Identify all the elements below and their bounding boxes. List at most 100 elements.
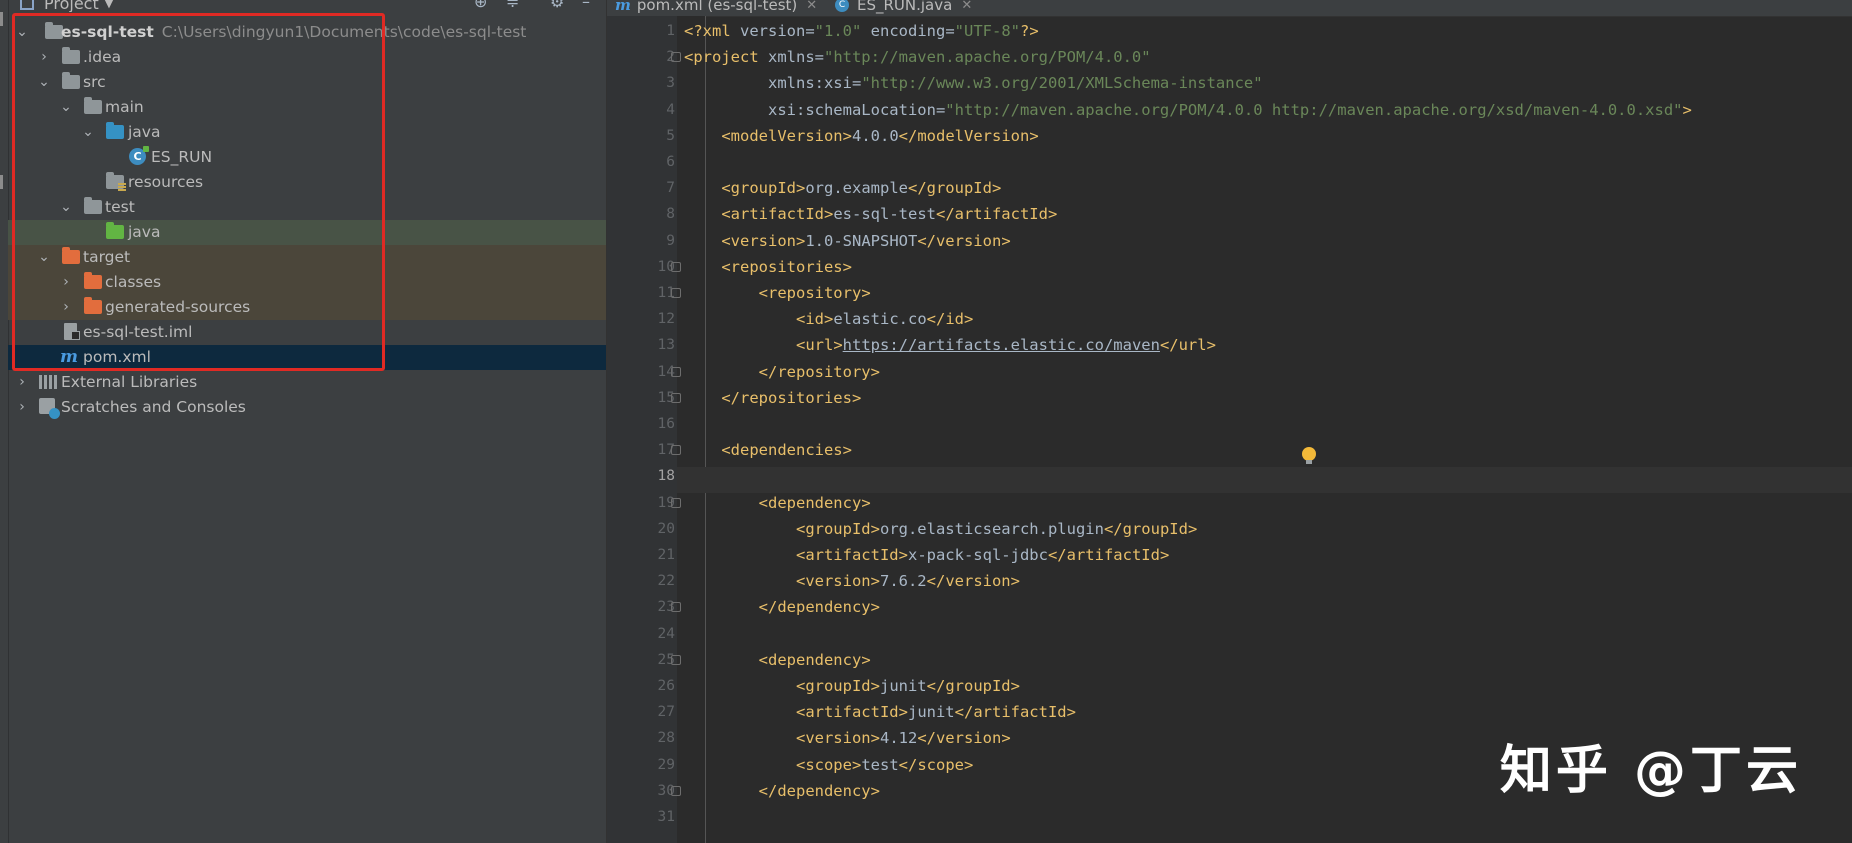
code-line[interactable]: <groupId>org.example</groupId> [684, 175, 1001, 201]
tree-item-label: ES_RUN [151, 148, 213, 166]
line-number: 27 [657, 704, 675, 721]
source-folder-icon [106, 122, 124, 139]
fold-marker-icon[interactable] [671, 288, 681, 298]
maven-icon: m [60, 347, 78, 367]
tree-item-main-java[interactable]: ⌄ java [8, 120, 606, 145]
tree-item-label: target [83, 248, 131, 266]
editor-tab-bar: m pom.xml (es-sql-test) ✕ C ES_RUN.java … [607, 0, 1852, 17]
collapse-all-icon[interactable]: ≑ [506, 0, 519, 11]
locate-icon[interactable]: ⊕ [474, 0, 487, 11]
lightbulb-icon[interactable] [1302, 447, 1316, 464]
code-line[interactable]: xsi:schemaLocation="http://maven.apache.… [684, 97, 1692, 123]
line-number: 26 [657, 678, 675, 694]
chevron-down-icon[interactable]: ⌄ [36, 70, 52, 95]
fold-marker-icon[interactable] [671, 445, 681, 456]
strip-mark [0, 12, 3, 26]
code-line[interactable]: <dependency> [684, 490, 871, 516]
chevron-right-icon[interactable]: › [14, 370, 30, 395]
code-line[interactable]: <id>elastic.co</id> [684, 306, 973, 332]
line-number: 11 [657, 285, 675, 301]
minimize-icon[interactable]: – [582, 0, 590, 11]
line-number: 10 [657, 258, 675, 275]
code-line[interactable]: <modelVersion>4.0.0</modelVersion> [684, 123, 1038, 149]
tree-item-external-libraries[interactable]: › External Libraries [8, 370, 606, 395]
iml-file-icon [64, 323, 80, 340]
chevron-down-icon[interactable]: ⌄ [36, 245, 52, 270]
fold-marker-icon[interactable] [671, 785, 681, 796]
fold-marker-icon[interactable] [671, 497, 681, 508]
code-line[interactable]: <repositories> [684, 254, 852, 280]
line-number: 3 [666, 75, 675, 92]
project-panel-title: Project [44, 0, 99, 12]
tab-pom-xml[interactable]: m pom.xml (es-sql-test) ✕ [615, 0, 817, 16]
code-line[interactable]: <version>7.6.2</version> [684, 568, 1020, 594]
tree-item-es-run[interactable]: C ES_RUN [8, 145, 606, 170]
line-number: 18 [657, 468, 675, 485]
code-line[interactable]: <project xmlns="http://maven.apache.org/… [684, 44, 1151, 70]
code-line[interactable]: </repository> [684, 359, 880, 385]
tree-item-classes[interactable]: › classes [8, 270, 606, 295]
project-view-selector[interactable]: Project ▼ [20, 0, 113, 12]
fold-marker-icon[interactable] [671, 392, 681, 403]
line-number: 8 [666, 206, 675, 223]
tree-item-pom[interactable]: m pom.xml [8, 345, 606, 370]
chevron-right-icon[interactable]: › [14, 395, 30, 420]
code-line[interactable]: </dependency> [684, 778, 880, 804]
code-line[interactable]: <artifactId>es-sql-test</artifactId> [684, 201, 1057, 227]
fold-marker-icon[interactable] [671, 602, 681, 613]
fold-marker-icon[interactable] [671, 654, 681, 665]
code-line[interactable]: <dependencies> [684, 437, 852, 463]
gear-icon[interactable]: ⚙ [550, 0, 564, 11]
chevron-right-icon[interactable]: › [36, 45, 52, 70]
code-line[interactable]: <groupId>org.elasticsearch.plugin</group… [684, 516, 1197, 542]
module-name: es-sql-test [61, 23, 154, 41]
tab-es-run-java[interactable]: C ES_RUN.java ✕ [835, 0, 972, 16]
tree-item-label: java [128, 123, 161, 141]
watermark: 知乎 @丁云 [1499, 741, 1802, 801]
code-line[interactable]: </repositories> [684, 385, 861, 411]
code-line[interactable]: <url>https://artifacts.elastic.co/maven<… [684, 332, 1216, 358]
chevron-down-icon[interactable]: ⌄ [14, 20, 30, 45]
tree-item-main[interactable]: ⌄ main [8, 95, 606, 120]
code-line[interactable]: <groupId>junit</groupId> [684, 673, 1020, 699]
tree-item-test-java[interactable]: java [8, 220, 606, 245]
tree-item-src[interactable]: ⌄ src [8, 70, 606, 95]
code-line[interactable]: xmlns:xsi="http://www.w3.org/2001/XMLSch… [684, 70, 1263, 96]
tree-item-resources[interactable]: resources [8, 170, 606, 195]
code-line[interactable]: <?xml version="1.0" encoding="UTF-8"?> [684, 18, 1039, 44]
chevron-down-icon[interactable]: ⌄ [58, 95, 74, 120]
close-icon[interactable]: ✕ [806, 0, 817, 13]
tree-item-idea[interactable]: › .idea [8, 45, 606, 70]
excluded-folder-icon [84, 297, 102, 314]
tree-item-module[interactable]: ⌄ es-sql-test C:\Users\dingyun1\Documents… [8, 20, 606, 45]
chevron-down-icon[interactable]: ⌄ [80, 120, 96, 145]
excluded-folder-icon [84, 272, 102, 289]
tree-item-iml[interactable]: es-sql-test.iml [8, 320, 606, 345]
code-line[interactable]: <repository> [684, 280, 871, 306]
tree-item-test[interactable]: ⌄ test [8, 195, 606, 220]
ide-window: Project ▼ ⊕ ≑ ⚙ – ⌄ es-sql-test C:\Users\… [0, 0, 1852, 843]
module-path: C:\Users\dingyun1\Documents\code\es-sql-… [161, 23, 527, 41]
tree-item-label: main [105, 98, 144, 116]
code-line[interactable]: <dependency> [684, 647, 871, 673]
code-line[interactable]: <scope>test</scope> [684, 752, 973, 778]
fold-marker-icon[interactable] [671, 261, 681, 272]
java-class-icon: C [835, 0, 849, 12]
chevron-right-icon[interactable]: › [58, 270, 74, 295]
close-icon[interactable]: ✕ [961, 0, 972, 13]
fold-marker-icon[interactable] [671, 52, 681, 63]
fold-marker-icon[interactable] [671, 366, 681, 377]
code-line[interactable]: <artifactId>x-pack-sql-jdbc</artifactId> [684, 542, 1169, 568]
code-line[interactable]: <artifactId>junit</artifactId> [684, 699, 1076, 725]
chevron-right-icon[interactable]: › [58, 295, 74, 320]
code-line[interactable]: <version>1.0-SNAPSHOT</version> [684, 228, 1010, 254]
java-class-icon: C [129, 146, 149, 165]
chevron-down-icon[interactable]: ⌄ [58, 195, 74, 220]
line-number: 2 [666, 49, 675, 66]
tree-item-generated-sources[interactable]: › generated-sources [8, 295, 606, 320]
code-line[interactable]: <version>4.12</version> [684, 725, 1011, 751]
line-number: 5 [666, 127, 675, 144]
tree-item-scratches[interactable]: › Scratches and Consoles [8, 395, 606, 420]
code-line[interactable]: </dependency> [684, 594, 880, 620]
tree-item-target[interactable]: ⌄ target [8, 245, 606, 270]
